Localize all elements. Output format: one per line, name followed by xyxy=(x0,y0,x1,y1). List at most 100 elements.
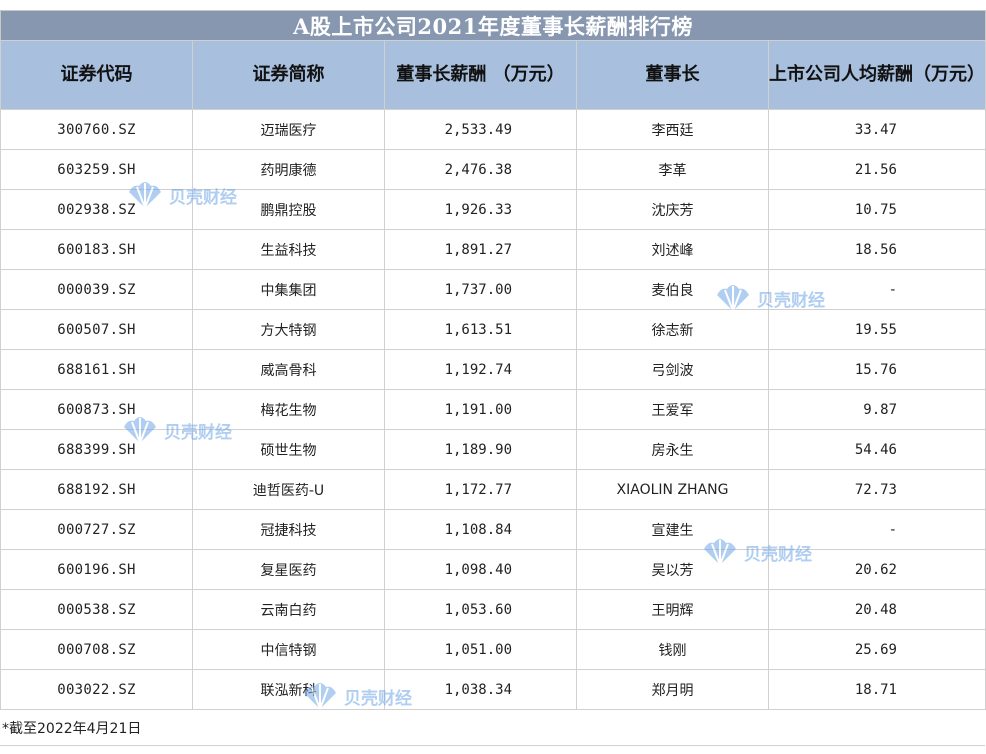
cell-short-name: 复星医药 xyxy=(192,549,385,590)
cell-avg-pay: 10.75 xyxy=(768,189,986,230)
cell-chairman-pay: 1,051.00 xyxy=(384,629,577,670)
cell-short-name: 迪哲医药-U xyxy=(192,469,385,510)
table-row: 000708.SZ 中信特钢 1,051.00 钱刚 25.69 xyxy=(0,629,986,670)
cell-code: 003022.SZ xyxy=(0,669,193,710)
table-row: 600196.SH 复星医药 1,098.40 吴以芳 20.62 xyxy=(0,549,986,590)
cell-chairman-pay: 2,533.49 xyxy=(384,109,577,150)
cell-chairman-pay: 1,098.40 xyxy=(384,549,577,590)
cell-code: 000538.SZ xyxy=(0,589,193,630)
cell-avg-pay: 9.87 xyxy=(768,389,986,430)
table-row: 600507.SH 方大特钢 1,613.51 徐志新 19.55 xyxy=(0,309,986,350)
cell-code: 002938.SZ xyxy=(0,189,193,230)
cell-chairman-pay: 1,189.90 xyxy=(384,429,577,470)
cell-chairman: 弓剑波 xyxy=(576,349,769,390)
cell-code: 000039.SZ xyxy=(0,269,193,310)
table-row: 003022.SZ 联泓新科 1,038.34 郑月明 18.71 xyxy=(0,669,986,710)
ranking-sheet: A股上市公司2021年度董事长薪酬排行榜 证券代码 证券简称 董事长薪酬 （万元… xyxy=(0,0,986,754)
table-row: 300760.SZ 迈瑞医疗 2,533.49 李西廷 33.47 xyxy=(0,109,986,150)
cell-chairman: 吴以芳 xyxy=(576,549,769,590)
cell-avg-pay: 20.48 xyxy=(768,589,986,630)
cell-short-name: 梅花生物 xyxy=(192,389,385,430)
cell-chairman-pay: 1,191.00 xyxy=(384,389,577,430)
cell-short-name: 云南白药 xyxy=(192,589,385,630)
table-row: 600183.SH 生益科技 1,891.27 刘述峰 18.56 xyxy=(0,229,986,270)
cell-avg-pay: 21.56 xyxy=(768,149,986,190)
cell-chairman: 麦伯良 xyxy=(576,269,769,310)
cell-chairman: 宣建生 xyxy=(576,509,769,550)
cell-chairman-pay: 1,053.60 xyxy=(384,589,577,630)
salary-table: 证券代码 证券简称 董事长薪酬 （万元） 董事长 上市公司人均薪酬（万元） 30… xyxy=(0,40,986,710)
cell-avg-pay: 18.56 xyxy=(768,229,986,270)
cell-code: 300760.SZ xyxy=(0,109,193,150)
table-row: 688161.SH 威高骨科 1,192.74 弓剑波 15.76 xyxy=(0,349,986,390)
cell-code: 603259.SH xyxy=(0,149,193,190)
cell-chairman: 刘述峰 xyxy=(576,229,769,270)
cell-code: 600183.SH xyxy=(0,229,193,270)
table-row: 688399.SH 硕世生物 1,189.90 房永生 54.46 xyxy=(0,429,986,470)
cell-chairman: 钱刚 xyxy=(576,629,769,670)
header-code: 证券代码 xyxy=(0,40,193,110)
cell-chairman-pay: 2,476.38 xyxy=(384,149,577,190)
cell-chairman: 徐志新 xyxy=(576,309,769,350)
table-title: A股上市公司2021年度董事长薪酬排行榜 xyxy=(0,10,986,41)
cell-avg-pay: 15.76 xyxy=(768,349,986,390)
table-row: 002938.SZ 鹏鼎控股 1,926.33 沈庆芳 10.75 xyxy=(0,189,986,230)
cell-avg-pay: 33.47 xyxy=(768,109,986,150)
cell-code: 000708.SZ xyxy=(0,629,193,670)
cell-code: 688161.SH xyxy=(0,349,193,390)
cell-short-name: 药明康德 xyxy=(192,149,385,190)
cell-avg-pay: - xyxy=(768,269,986,310)
cell-short-name: 冠捷科技 xyxy=(192,509,385,550)
cell-chairman: 王爱军 xyxy=(576,389,769,430)
cell-avg-pay: 25.69 xyxy=(768,629,986,670)
cell-code: 688399.SH xyxy=(0,429,193,470)
cell-chairman: XIAOLIN ZHANG xyxy=(576,469,769,510)
cell-short-name: 方大特钢 xyxy=(192,309,385,350)
cell-chairman-pay: 1,926.33 xyxy=(384,189,577,230)
cell-code: 000727.SZ xyxy=(0,509,193,550)
cell-short-name: 生益科技 xyxy=(192,229,385,270)
cell-chairman-pay: 1,038.34 xyxy=(384,669,577,710)
cell-code: 688192.SH xyxy=(0,469,193,510)
header-row: 证券代码 证券简称 董事长薪酬 （万元） 董事长 上市公司人均薪酬（万元） xyxy=(0,40,986,110)
cell-chairman-pay: 1,192.74 xyxy=(384,349,577,390)
cell-short-name: 联泓新科 xyxy=(192,669,385,710)
header-chairman-pay: 董事长薪酬 （万元） xyxy=(384,40,577,110)
cell-chairman-pay: 1,737.00 xyxy=(384,269,577,310)
cell-short-name: 鹏鼎控股 xyxy=(192,189,385,230)
cell-chairman-pay: 1,108.84 xyxy=(384,509,577,550)
cell-chairman: 郑月明 xyxy=(576,669,769,710)
cell-avg-pay: 20.62 xyxy=(768,549,986,590)
cell-avg-pay: - xyxy=(768,509,986,550)
header-chairman: 董事长 xyxy=(576,40,769,110)
cell-chairman: 沈庆芳 xyxy=(576,189,769,230)
table-row: 688192.SH 迪哲医药-U 1,172.77 XIAOLIN ZHANG 72.7… xyxy=(0,469,986,510)
table-row: 000727.SZ 冠捷科技 1,108.84 宣建生 - xyxy=(0,509,986,550)
cell-chairman: 房永生 xyxy=(576,429,769,470)
cell-avg-pay: 18.71 xyxy=(768,669,986,710)
cell-short-name: 威高骨科 xyxy=(192,349,385,390)
cell-code: 600873.SH xyxy=(0,389,193,430)
cell-short-name: 硕世生物 xyxy=(192,429,385,470)
date-note: *截至2022年4月21日 xyxy=(2,721,142,737)
cell-code: 600507.SH xyxy=(0,309,193,350)
cell-short-name: 迈瑞医疗 xyxy=(192,109,385,150)
cell-avg-pay: 54.46 xyxy=(768,429,986,470)
cell-chairman-pay: 1,891.27 xyxy=(384,229,577,270)
header-short-name: 证券简称 xyxy=(192,40,385,110)
header-avg-pay: 上市公司人均薪酬（万元） xyxy=(768,40,986,110)
cell-short-name: 中信特钢 xyxy=(192,629,385,670)
cell-chairman-pay: 1,613.51 xyxy=(384,309,577,350)
cell-code: 600196.SH xyxy=(0,549,193,590)
cell-chairman: 李革 xyxy=(576,149,769,190)
cell-avg-pay: 72.73 xyxy=(768,469,986,510)
cell-short-name: 中集集团 xyxy=(192,269,385,310)
cell-chairman-pay: 1,172.77 xyxy=(384,469,577,510)
table-row: 000039.SZ 中集集团 1,737.00 麦伯良 - xyxy=(0,269,986,310)
table-row: 603259.SH 药明康德 2,476.38 李革 21.56 xyxy=(0,149,986,190)
cell-avg-pay: 19.55 xyxy=(768,309,986,350)
table-row: 600873.SH 梅花生物 1,191.00 王爱军 9.87 xyxy=(0,389,986,430)
bottom-border xyxy=(0,745,985,746)
cell-chairman: 李西廷 xyxy=(576,109,769,150)
cell-chairman: 王明辉 xyxy=(576,589,769,630)
